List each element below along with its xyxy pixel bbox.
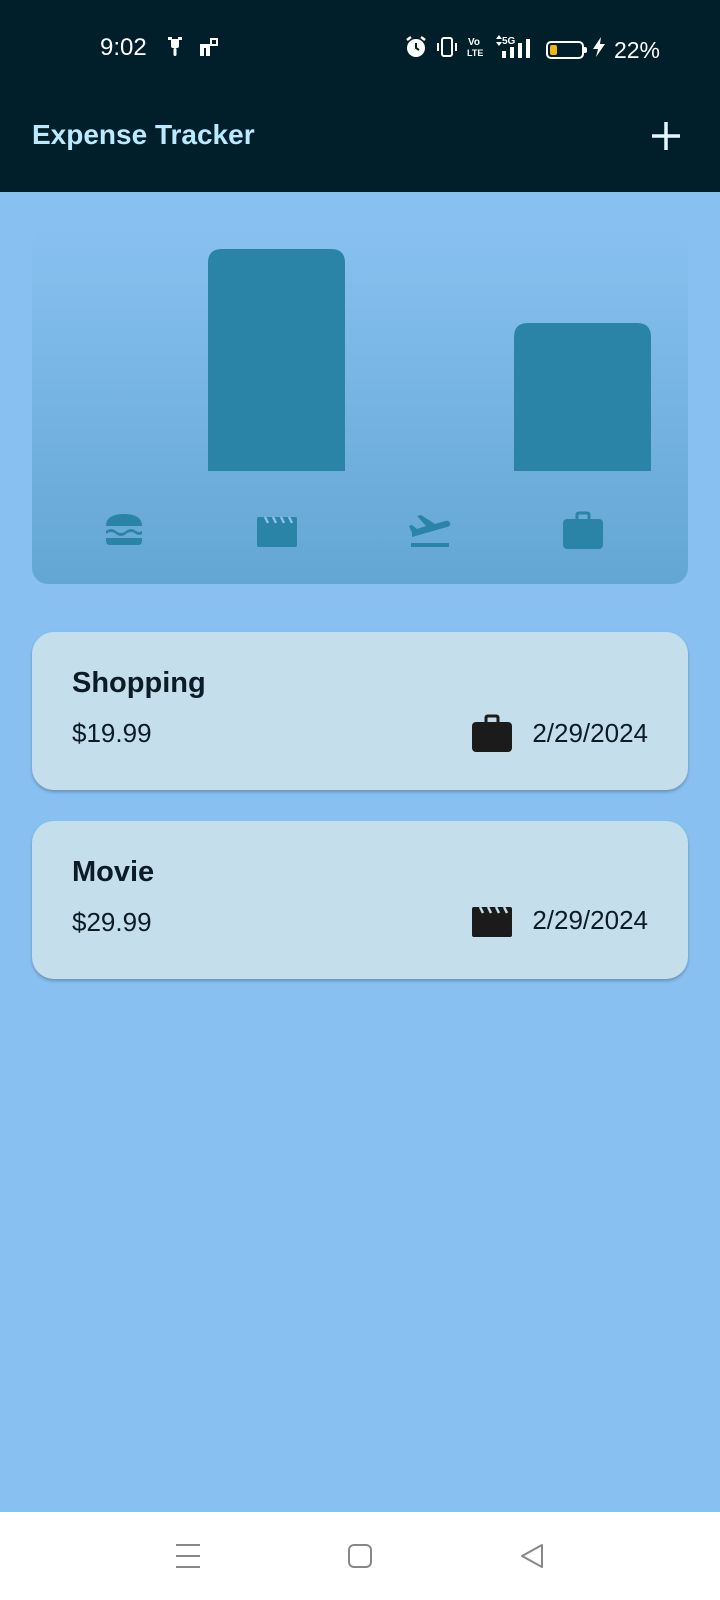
recent-apps-button[interactable] bbox=[168, 1536, 208, 1576]
expense-title: Shopping bbox=[72, 667, 206, 699]
battery-percent: 22% bbox=[613, 36, 660, 63]
network-type-label: 5G bbox=[502, 36, 516, 47]
system-nav-bar bbox=[0, 1512, 720, 1600]
status-left-icons bbox=[166, 36, 220, 63]
back-icon bbox=[521, 1544, 543, 1568]
expense-item[interactable]: Shopping $19.99 2/29/2024 bbox=[32, 632, 688, 790]
briefcase-icon bbox=[559, 506, 607, 554]
expense-date: 2/29/2024 bbox=[532, 905, 648, 935]
svg-text:Vo: Vo bbox=[468, 37, 480, 48]
expense-title: Movie bbox=[72, 856, 155, 888]
movie-icon bbox=[253, 506, 301, 554]
charging-icon bbox=[592, 36, 606, 64]
expense-date: 2/29/2024 bbox=[532, 718, 648, 748]
volte-icon: Vo LTE bbox=[466, 35, 486, 65]
hamburger-icon bbox=[100, 506, 148, 554]
briefcase-icon bbox=[472, 714, 513, 752]
status-right-icons: Vo LTE 5G 22% bbox=[404, 34, 660, 66]
chart-bar-leisure bbox=[208, 249, 345, 471]
expense-item[interactable]: Movie $29.99 2/29/2024 bbox=[32, 821, 688, 979]
app-title: Expense Tracker bbox=[32, 119, 255, 150]
battery-level bbox=[549, 45, 557, 55]
home-button[interactable] bbox=[340, 1536, 380, 1576]
alarm-icon bbox=[404, 35, 428, 65]
expense-meta: 2/29/2024 bbox=[472, 714, 648, 752]
signal-icon: 5G bbox=[494, 34, 538, 66]
home-icon bbox=[348, 1544, 372, 1568]
flight-takeoff-icon bbox=[406, 506, 454, 554]
app-notification-icon bbox=[198, 36, 220, 63]
menu-icon bbox=[176, 1544, 200, 1568]
expense-amount: $29.99 bbox=[72, 907, 152, 937]
app-bar: Expense Tracker bbox=[0, 96, 720, 192]
expense-meta: 2/29/2024 bbox=[472, 903, 648, 937]
battery-icon bbox=[545, 41, 587, 59]
svg-text:LTE: LTE bbox=[467, 48, 483, 58]
plus-icon bbox=[652, 122, 680, 150]
back-button[interactable] bbox=[512, 1536, 552, 1576]
expense-amount: $19.99 bbox=[72, 718, 152, 748]
expense-chart bbox=[32, 226, 688, 584]
vibrate-icon bbox=[436, 36, 458, 64]
status-bar: 9:02 Vo LTE 5G 22% bbox=[0, 0, 720, 96]
scooter-icon bbox=[166, 36, 184, 63]
add-expense-button[interactable] bbox=[642, 112, 690, 160]
status-time: 9:02 bbox=[100, 34, 147, 61]
movie-icon bbox=[472, 906, 513, 937]
chart-bar-work bbox=[514, 323, 651, 471]
